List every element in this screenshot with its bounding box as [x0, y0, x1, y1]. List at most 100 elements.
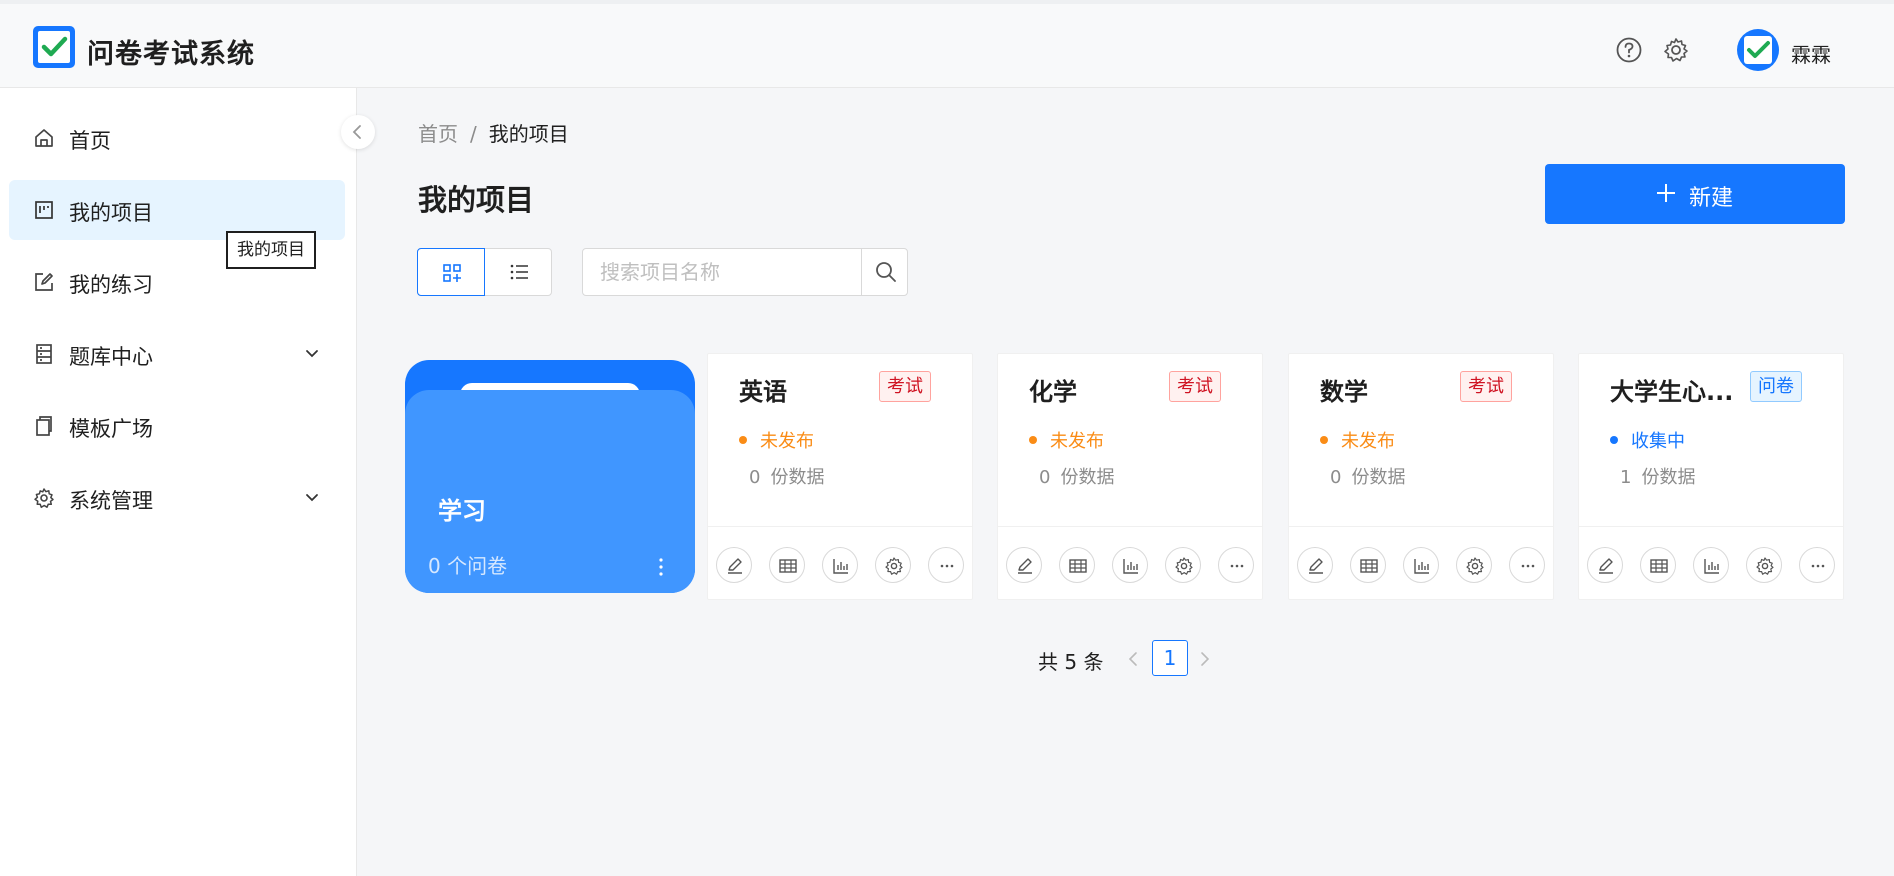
copy-icon	[33, 415, 55, 437]
more-button[interactable]	[1218, 547, 1254, 583]
sidebar-item-label: 系统管理	[69, 489, 153, 513]
pagination-total: 共 5 条	[1038, 650, 1104, 674]
edit-icon	[1309, 558, 1323, 574]
home-icon	[33, 127, 55, 149]
list-view-button[interactable]	[485, 248, 553, 296]
card-title: 数学	[1320, 378, 1368, 406]
edit-icon	[1018, 558, 1032, 574]
card-status: 未发布	[739, 427, 814, 453]
edit-button[interactable]	[1587, 547, 1623, 583]
chevron-left-icon[interactable]	[1122, 648, 1144, 670]
sidebar: 首页 我的项目 我的练习 题库中心 模板广场 系统管理	[0, 88, 357, 876]
sidebar-collapse-button[interactable]	[341, 115, 375, 149]
data-table-button[interactable]	[1640, 547, 1676, 583]
card-status-text: 未发布	[1050, 431, 1104, 452]
search-button[interactable]	[861, 249, 908, 295]
card-data: 0 份数据	[749, 463, 824, 489]
card-status-text: 未发布	[760, 431, 814, 452]
more-button[interactable]	[928, 547, 964, 583]
card-actions	[998, 526, 1262, 600]
project-icon	[33, 199, 55, 221]
statistics-button[interactable]	[822, 547, 858, 583]
more-horizontal-icon	[1230, 564, 1244, 568]
project-card[interactable]: 大学生心... 问卷 收集中 1 份数据	[1578, 353, 1844, 600]
card-data-label: 份数据	[770, 467, 825, 488]
folder-card[interactable]: 学习 0 个问卷	[405, 360, 695, 593]
card-data-label: 份数据	[1060, 467, 1115, 488]
new-project-button[interactable]: 新建	[1545, 164, 1845, 224]
card-status-text: 未发布	[1341, 431, 1395, 452]
username[interactable]: 霖霖	[1791, 39, 1831, 68]
card-data-count: 0	[1330, 467, 1342, 488]
edit-button[interactable]	[1297, 547, 1333, 583]
new-button-label: 新建	[1689, 186, 1734, 211]
status-dot	[1320, 436, 1328, 444]
settings-button[interactable]	[1746, 547, 1782, 583]
statistics-button[interactable]	[1112, 547, 1148, 583]
chevron-down-icon	[303, 344, 321, 362]
card-status: 未发布	[1029, 427, 1104, 453]
app-logo-icon	[33, 26, 75, 68]
search-icon	[876, 262, 896, 282]
table-icon	[1069, 559, 1087, 573]
statistics-button[interactable]	[1403, 547, 1439, 583]
bar-chart-icon	[833, 559, 848, 574]
statistics-button[interactable]	[1693, 547, 1729, 583]
card-tag: 考试	[1460, 371, 1512, 402]
chevron-down-icon	[303, 488, 321, 506]
data-table-button[interactable]	[1350, 547, 1386, 583]
more-button[interactable]	[1799, 547, 1835, 583]
edit-button[interactable]	[716, 547, 752, 583]
table-icon	[1650, 559, 1668, 573]
sidebar-item-question-bank[interactable]: 题库中心	[9, 324, 345, 384]
search-box	[582, 248, 908, 296]
sidebar-tooltip: 我的项目	[226, 231, 316, 269]
project-card[interactable]: 数学 考试 未发布 0 份数据	[1288, 353, 1554, 600]
avatar[interactable]	[1737, 29, 1779, 71]
page-title: 我的项目	[418, 183, 535, 217]
question-circle-icon[interactable]	[1615, 36, 1643, 64]
database-icon	[33, 343, 55, 365]
sidebar-item-template-square[interactable]: 模板广场	[9, 396, 345, 456]
data-table-button[interactable]	[769, 547, 805, 583]
edit-button[interactable]	[1006, 547, 1042, 583]
breadcrumb-home[interactable]: 首页	[418, 122, 458, 146]
folder-title: 学习	[438, 497, 486, 525]
grid-icon	[443, 264, 461, 282]
gear-icon[interactable]	[1662, 36, 1690, 64]
breadcrumb: 首页 / 我的项目	[418, 118, 569, 147]
gear-icon	[1466, 557, 1484, 575]
gear-icon	[1756, 557, 1774, 575]
search-input[interactable]	[583, 249, 861, 295]
list-icon	[510, 264, 528, 280]
more-horizontal-icon	[1521, 564, 1535, 568]
settings-button[interactable]	[1165, 547, 1201, 583]
status-dot	[1029, 436, 1037, 444]
more-vertical-icon[interactable]	[655, 555, 667, 579]
table-icon	[779, 559, 797, 573]
sidebar-item-home[interactable]: 首页	[9, 108, 345, 168]
card-tag: 考试	[1169, 371, 1221, 402]
chevron-left-icon	[352, 125, 361, 139]
grid-view-button[interactable]	[417, 248, 485, 296]
card-status: 收集中	[1610, 427, 1685, 453]
data-table-button[interactable]	[1059, 547, 1095, 583]
project-card[interactable]: 化学 考试 未发布 0 份数据	[997, 353, 1263, 600]
chevron-right-icon[interactable]	[1194, 648, 1216, 670]
table-icon	[1360, 559, 1378, 573]
more-button[interactable]	[1509, 547, 1545, 583]
settings-button[interactable]	[1456, 547, 1492, 583]
card-actions	[708, 526, 972, 600]
card-tag: 考试	[879, 371, 931, 402]
edit-icon	[1599, 558, 1613, 574]
card-data: 0 份数据	[1039, 463, 1114, 489]
edit-icon	[728, 558, 742, 574]
sidebar-item-system-admin[interactable]: 系统管理	[9, 468, 345, 528]
view-toggle	[417, 248, 552, 296]
pagination-page[interactable]: 1	[1152, 640, 1188, 676]
status-dot	[1610, 436, 1618, 444]
settings-button[interactable]	[875, 547, 911, 583]
project-card[interactable]: 英语 考试 未发布 0 份数据	[707, 353, 973, 600]
breadcrumb-separator: /	[470, 122, 477, 146]
card-actions	[1579, 526, 1843, 600]
